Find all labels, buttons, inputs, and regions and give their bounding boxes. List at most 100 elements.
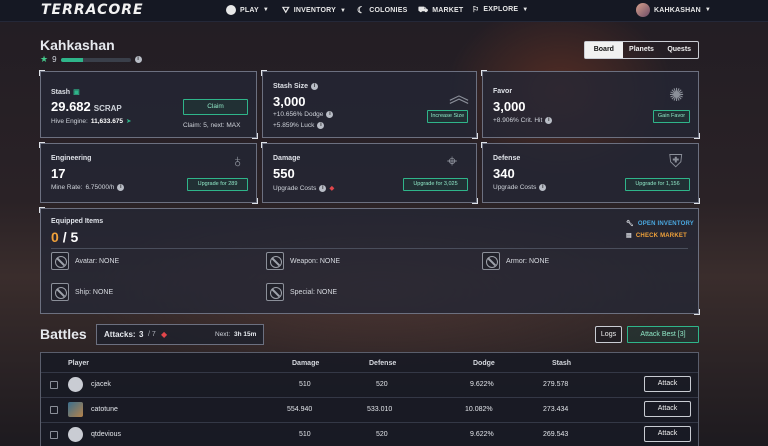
upgrade-damage-button[interactable]: Upgrade for 3,025 [403,178,468,191]
slot-armor-label: Armor: NONE [506,257,550,265]
info-icon[interactable]: i [326,111,334,118]
empty-slot-icon [51,283,69,301]
damage-panel: Damage 550 Upgrade Costs i ◆ ⌖ Upgrade f… [261,142,478,204]
info-icon[interactable]: i [134,56,142,63]
engineering-panel: Engineering 17 Mine Rate: 6.75000/h i ♁ … [39,142,258,204]
player-name[interactable]: qtdevious [91,431,121,438]
wallet-icon: ▣ [73,89,80,96]
info-icon[interactable]: i [117,184,125,191]
avatar [636,3,650,17]
defense-value: 340 [493,166,515,181]
slot-avatar[interactable]: Avatar: NONE [51,252,119,270]
next-value: 3h 15m [234,331,257,338]
slot-special[interactable]: Special: NONE [266,283,337,301]
upgrade-defense-button[interactable]: Upgrade for 1,156 [625,178,690,191]
cart-icon: ▤ [626,233,632,239]
colonies-icon: ☾ [357,5,366,15]
stash-cell: 273.434 [543,406,569,413]
nav-market[interactable]: ⛟ MARKET [418,5,463,15]
stash-size-panel: Stash Size i 3,000 +10.656% Dodge i +5.8… [261,70,478,139]
slot-armor[interactable]: Armor: NONE [482,252,549,270]
badge-icon: ✺ [669,85,685,105]
stash-value-row: 29.682 SCRAP [51,99,122,114]
defense-title: Defense [493,155,521,162]
attacks-label: Attacks: [104,330,136,339]
nav-inventory[interactable]: ⛛ INVENTORY ▼ [282,5,346,16]
hive-engine-label: Hive Engine: [51,117,88,125]
stash-cell: 279.578 [543,381,569,388]
stash-size-title-label: Stash Size [273,83,309,90]
info-icon[interactable]: i [311,83,319,90]
claim-button[interactable]: Claim [183,99,248,115]
avatar [68,427,83,442]
table-row: cjacek 510 520 9.622% 279.578 Attack [41,372,698,397]
avatar [68,402,83,417]
engineering-title: Engineering [51,155,92,162]
empty-slot-icon [482,252,500,270]
attack-button[interactable]: Attack [644,376,691,392]
info-icon[interactable]: i [545,117,553,124]
damage-cell: 510 [299,431,311,438]
info-icon[interactable]: i [317,122,325,129]
diamond-icon: ◆ [161,330,168,339]
send-icon[interactable]: ➤ [126,117,131,125]
gain-favor-button[interactable]: Gain Favor [653,110,690,123]
column-header-stash: Stash [552,360,572,367]
nav-colonies[interactable]: ☾ COLONIES [357,5,407,16]
increase-size-button[interactable]: Increase Size [427,110,468,123]
next-label: Next: [215,331,231,338]
check-market-link[interactable]: ▤ CHECK MARKET [626,232,687,240]
slot-ship[interactable]: Ship: NONE [51,283,113,301]
nav-explore[interactable]: ⚐ EXPLORE ▼ [472,5,528,14]
claim-info: Claim: 5, next: MAX [183,122,241,129]
column-header-defense: Defense [369,360,397,367]
attacks-counter: Attacks: 3 / 7 ◆ Next: 3h 15m [96,324,264,345]
player-name[interactable]: cjacek [91,381,111,388]
tab-quests[interactable]: Quests [660,42,698,58]
table-row: catotune 554.940 533.010 10.082% 273.434… [41,397,698,422]
tab-board[interactable]: Board [585,42,623,58]
stash-unit: SCRAP [93,104,122,113]
empty-slot-icon [266,283,284,301]
engineering-value: 17 [51,166,66,181]
dodge-cell: 10.082% [465,406,493,413]
upgrade-engineering-button[interactable]: Upgrade for 289 [187,178,248,191]
row-checkbox[interactable] [50,381,58,389]
chevron-down-icon: ▼ [262,7,269,13]
empty-slot-icon [51,252,69,270]
column-header-player: Player [68,360,90,367]
attack-best-button[interactable]: Attack Best [3] [627,326,699,343]
dodge-cell: 9.622% [470,431,494,438]
defense-cell: 520 [376,381,388,388]
defense-cell: 520 [376,431,388,438]
nav-play-label: PLAY [240,6,259,14]
nav-colonies-label: COLONIES [369,7,408,14]
row-checkbox[interactable] [50,431,58,439]
nav-market-label: MARKET [432,6,464,14]
luck-row: +5.859% Luck i [273,122,325,129]
nav-inventory-label: INVENTORY [293,7,337,14]
row-checkbox[interactable] [50,406,58,414]
luck-bonus: +5.859% Luck [273,122,315,129]
defense-costs-label: Upgrade Costs [493,184,537,191]
mine-rate-value: 6.75000/h [85,184,115,191]
info-icon[interactable]: i [539,184,547,191]
chevron-down-icon: ▼ [522,6,529,13]
open-inventory-link[interactable]: 🔧︎ OPEN INVENTORY [626,220,694,228]
player-name[interactable]: catotune [91,406,118,413]
user-menu[interactable]: KAHKASHAN ▼ [636,3,711,17]
logs-button[interactable]: Logs [595,326,622,343]
nav-play[interactable]: PLAY ▼ [226,5,269,15]
slot-weapon[interactable]: Weapon: NONE [266,252,340,270]
damage-cell: 510 [299,381,311,388]
empty-slot-icon [266,252,284,270]
attack-button[interactable]: Attack [644,426,691,442]
terracore-logo[interactable]: TERRACORE [41,2,144,18]
info-icon[interactable]: i [319,184,327,192]
stash-size-title: Stash Size i [273,83,319,90]
market-icon: ⛟ [418,5,429,14]
attack-button[interactable]: Attack [644,401,691,417]
tab-planets[interactable]: Planets [623,42,661,58]
chevron-down-icon: ▼ [704,7,712,13]
top-nav: TERRACORE PLAY ▼ ⛛ INVENTORY ▼ ☾ COLONIE… [0,0,768,22]
